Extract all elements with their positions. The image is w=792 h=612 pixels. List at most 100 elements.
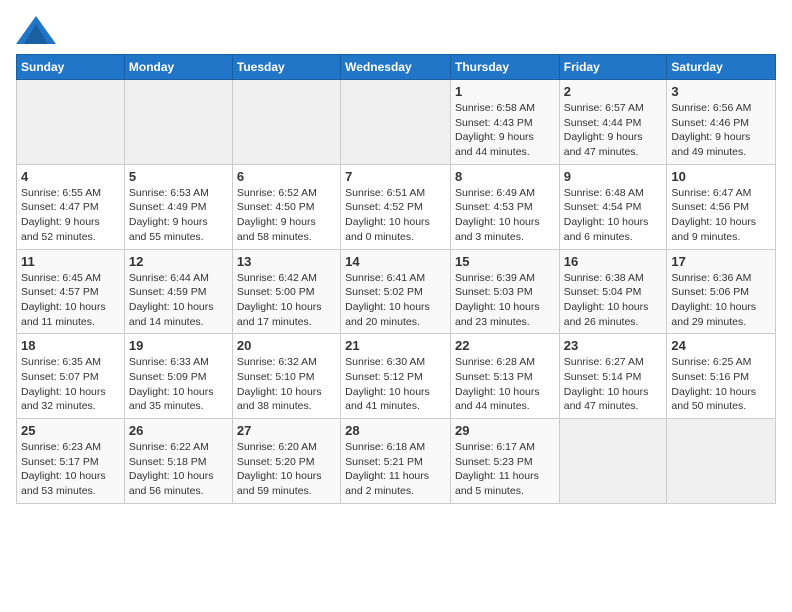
calendar-cell: 9 Sunrise: 6:48 AM Sunset: 4:54 PM Daylig… <box>559 164 667 249</box>
weekday-header-monday: Monday <box>124 55 232 80</box>
calendar-cell <box>667 419 776 504</box>
calendar-week-row: 25Sunrise: 6:23 AM Sunset: 5:17 PM Dayli… <box>17 419 776 504</box>
day-info: Sunrise: 6:49 AM Sunset: 4:53 PM Dayligh… <box>455 186 555 245</box>
calendar-week-row: 11 Sunrise: 6:45 AM Sunset: 4:57 PM Dayli… <box>17 249 776 334</box>
calendar-cell: 26Sunrise: 6:22 AM Sunset: 5:18 PM Dayli… <box>124 419 232 504</box>
day-number: 28 <box>345 423 446 438</box>
day-number: 19 <box>129 338 228 353</box>
day-info: Sunrise: 6:53 AM Sunset: 4:49 PM Dayligh… <box>129 186 228 245</box>
day-number: 18 <box>21 338 120 353</box>
day-info: Sunrise: 6:39 AM Sunset: 5:03 PM Dayligh… <box>455 271 555 330</box>
day-info: Sunrise: 6:25 AM Sunset: 5:16 PM Dayligh… <box>671 355 771 414</box>
weekday-header-friday: Friday <box>559 55 667 80</box>
calendar-cell: 25Sunrise: 6:23 AM Sunset: 5:17 PM Dayli… <box>17 419 125 504</box>
calendar-cell: 17 Sunrise: 6:36 AM Sunset: 5:06 PM Dayli… <box>667 249 776 334</box>
day-number: 4 <box>21 169 120 184</box>
calendar-cell: 6 Sunrise: 6:52 AM Sunset: 4:50 PM Daylig… <box>232 164 340 249</box>
day-number: 1 <box>455 84 555 99</box>
calendar-cell: 29 Sunrise: 6:17 AM Sunset: 5:23 PM Dayli… <box>450 419 559 504</box>
calendar-cell <box>341 80 451 165</box>
day-number: 23 <box>564 338 663 353</box>
calendar-cell: 12Sunrise: 6:44 AM Sunset: 4:59 PM Dayli… <box>124 249 232 334</box>
calendar-cell: 21 Sunrise: 6:30 AM Sunset: 5:12 PM Dayli… <box>341 334 451 419</box>
day-number: 12 <box>129 254 228 269</box>
day-number: 10 <box>671 169 771 184</box>
calendar-cell: 22 Sunrise: 6:28 AM Sunset: 5:13 PM Dayli… <box>450 334 559 419</box>
day-info: Sunrise: 6:28 AM Sunset: 5:13 PM Dayligh… <box>455 355 555 414</box>
day-info: Sunrise: 6:35 AM Sunset: 5:07 PM Dayligh… <box>21 355 120 414</box>
weekday-header-saturday: Saturday <box>667 55 776 80</box>
day-info: Sunrise: 6:30 AM Sunset: 5:12 PM Dayligh… <box>345 355 446 414</box>
calendar-cell: 23 Sunrise: 6:27 AM Sunset: 5:14 PM Dayli… <box>559 334 667 419</box>
calendar-cell: 18 Sunrise: 6:35 AM Sunset: 5:07 PM Dayli… <box>17 334 125 419</box>
day-info: Sunrise: 6:27 AM Sunset: 5:14 PM Dayligh… <box>564 355 663 414</box>
calendar-cell: 28 Sunrise: 6:18 AM Sunset: 5:21 PM Dayli… <box>341 419 451 504</box>
day-number: 26 <box>129 423 228 438</box>
day-info: Sunrise: 6:55 AM Sunset: 4:47 PM Dayligh… <box>21 186 120 245</box>
calendar-cell: 19 Sunrise: 6:33 AM Sunset: 5:09 PM Dayli… <box>124 334 232 419</box>
logo-icon <box>16 16 56 44</box>
day-info: Sunrise: 6:48 AM Sunset: 4:54 PM Dayligh… <box>564 186 663 245</box>
calendar-cell <box>559 419 667 504</box>
calendar-cell: 24Sunrise: 6:25 AM Sunset: 5:16 PM Dayli… <box>667 334 776 419</box>
day-info: Sunrise: 6:42 AM Sunset: 5:00 PM Dayligh… <box>237 271 336 330</box>
calendar-cell: 15 Sunrise: 6:39 AM Sunset: 5:03 PM Dayli… <box>450 249 559 334</box>
day-number: 29 <box>455 423 555 438</box>
day-info: Sunrise: 6:56 AM Sunset: 4:46 PM Dayligh… <box>671 101 771 160</box>
calendar-cell: 2Sunrise: 6:57 AM Sunset: 4:44 PM Daylig… <box>559 80 667 165</box>
calendar-week-row: 18 Sunrise: 6:35 AM Sunset: 5:07 PM Dayli… <box>17 334 776 419</box>
day-number: 13 <box>237 254 336 269</box>
day-number: 22 <box>455 338 555 353</box>
day-info: Sunrise: 6:17 AM Sunset: 5:23 PM Dayligh… <box>455 440 555 499</box>
day-number: 21 <box>345 338 446 353</box>
calendar-cell: 11 Sunrise: 6:45 AM Sunset: 4:57 PM Dayli… <box>17 249 125 334</box>
day-number: 9 <box>564 169 663 184</box>
calendar-cell <box>232 80 340 165</box>
day-number: 17 <box>671 254 771 269</box>
day-info: Sunrise: 6:38 AM Sunset: 5:04 PM Dayligh… <box>564 271 663 330</box>
calendar-cell <box>17 80 125 165</box>
calendar-cell: 7 Sunrise: 6:51 AM Sunset: 4:52 PM Daylig… <box>341 164 451 249</box>
calendar-cell: 14 Sunrise: 6:41 AM Sunset: 5:02 PM Dayli… <box>341 249 451 334</box>
day-info: Sunrise: 6:20 AM Sunset: 5:20 PM Dayligh… <box>237 440 336 499</box>
calendar-cell: 13 Sunrise: 6:42 AM Sunset: 5:00 PM Dayli… <box>232 249 340 334</box>
calendar-cell: 5Sunrise: 6:53 AM Sunset: 4:49 PM Daylig… <box>124 164 232 249</box>
weekday-header-sunday: Sunday <box>17 55 125 80</box>
page-header <box>16 16 776 44</box>
calendar-cell: 8 Sunrise: 6:49 AM Sunset: 4:53 PM Daylig… <box>450 164 559 249</box>
day-info: Sunrise: 6:18 AM Sunset: 5:21 PM Dayligh… <box>345 440 446 499</box>
day-number: 16 <box>564 254 663 269</box>
logo <box>16 16 60 44</box>
day-info: Sunrise: 6:36 AM Sunset: 5:06 PM Dayligh… <box>671 271 771 330</box>
day-info: Sunrise: 6:47 AM Sunset: 4:56 PM Dayligh… <box>671 186 771 245</box>
day-info: Sunrise: 6:45 AM Sunset: 4:57 PM Dayligh… <box>21 271 120 330</box>
day-info: Sunrise: 6:52 AM Sunset: 4:50 PM Dayligh… <box>237 186 336 245</box>
day-number: 11 <box>21 254 120 269</box>
calendar-cell <box>124 80 232 165</box>
weekday-header-row: SundayMondayTuesdayWednesdayThursdayFrid… <box>17 55 776 80</box>
calendar-cell: 27 Sunrise: 6:20 AM Sunset: 5:20 PM Dayli… <box>232 419 340 504</box>
day-number: 6 <box>237 169 336 184</box>
day-number: 14 <box>345 254 446 269</box>
day-info: Sunrise: 6:32 AM Sunset: 5:10 PM Dayligh… <box>237 355 336 414</box>
day-number: 20 <box>237 338 336 353</box>
calendar-table: SundayMondayTuesdayWednesdayThursdayFrid… <box>16 54 776 504</box>
calendar-cell: 3Sunrise: 6:56 AM Sunset: 4:46 PM Daylig… <box>667 80 776 165</box>
calendar-week-row: 4 Sunrise: 6:55 AM Sunset: 4:47 PM Daylig… <box>17 164 776 249</box>
weekday-header-wednesday: Wednesday <box>341 55 451 80</box>
day-number: 25 <box>21 423 120 438</box>
day-info: Sunrise: 6:58 AM Sunset: 4:43 PM Dayligh… <box>455 101 555 160</box>
day-number: 7 <box>345 169 446 184</box>
day-number: 27 <box>237 423 336 438</box>
day-info: Sunrise: 6:33 AM Sunset: 5:09 PM Dayligh… <box>129 355 228 414</box>
day-number: 15 <box>455 254 555 269</box>
calendar-cell: 1 Sunrise: 6:58 AM Sunset: 4:43 PM Daylig… <box>450 80 559 165</box>
day-number: 8 <box>455 169 555 184</box>
weekday-header-tuesday: Tuesday <box>232 55 340 80</box>
day-info: Sunrise: 6:51 AM Sunset: 4:52 PM Dayligh… <box>345 186 446 245</box>
calendar-cell: 4 Sunrise: 6:55 AM Sunset: 4:47 PM Daylig… <box>17 164 125 249</box>
calendar-week-row: 1 Sunrise: 6:58 AM Sunset: 4:43 PM Daylig… <box>17 80 776 165</box>
calendar-cell: 20 Sunrise: 6:32 AM Sunset: 5:10 PM Dayli… <box>232 334 340 419</box>
day-info: Sunrise: 6:41 AM Sunset: 5:02 PM Dayligh… <box>345 271 446 330</box>
calendar-cell: 16 Sunrise: 6:38 AM Sunset: 5:04 PM Dayli… <box>559 249 667 334</box>
